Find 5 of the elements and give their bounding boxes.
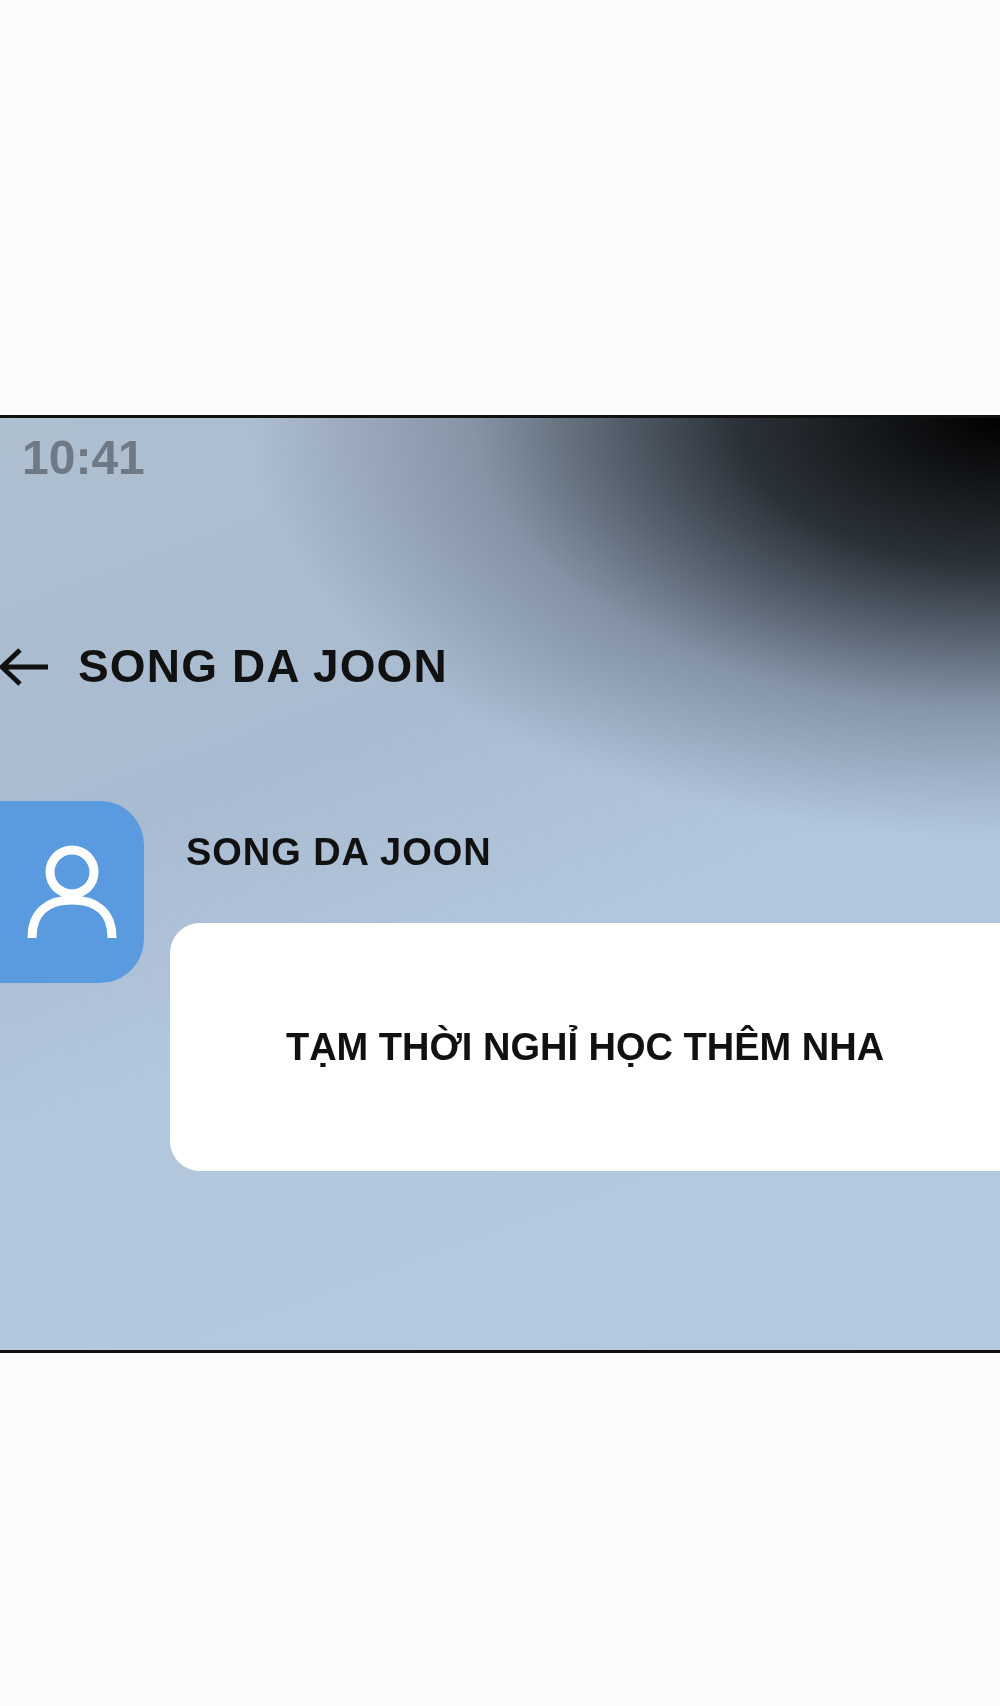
sender-name: SONG DA JOON bbox=[186, 833, 492, 871]
status-time: 10:41 bbox=[22, 434, 145, 482]
message-text: TẠM THỜI NGHỈ HỌC THÊM NHA bbox=[285, 1024, 885, 1070]
chat-title: SONG DA JOON bbox=[78, 639, 448, 694]
back-arrow-icon[interactable] bbox=[0, 646, 50, 687]
